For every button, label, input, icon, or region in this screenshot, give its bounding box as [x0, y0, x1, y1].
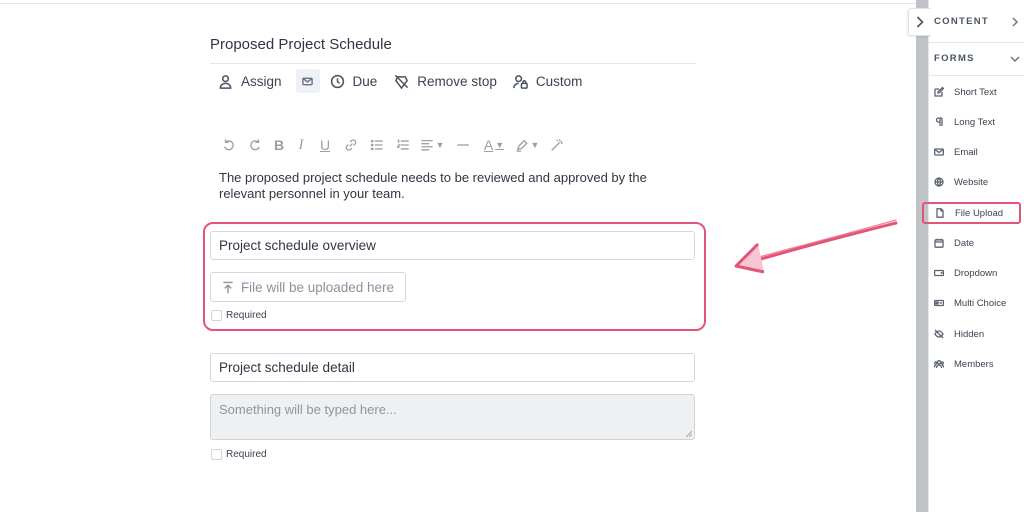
sidebar-item-long-text[interactable]: Long Text	[930, 111, 1022, 133]
sidebar-divider	[929, 42, 1024, 43]
user-icon	[219, 74, 232, 89]
edit-icon	[934, 87, 944, 97]
chevron-right-icon	[1012, 16, 1019, 27]
long-text-area[interactable]: Something will be typed here...	[210, 394, 695, 440]
forms-section-label: FORMS	[934, 53, 975, 64]
sidebar-item-short-text[interactable]: Short Text	[930, 81, 1022, 103]
eye-off-icon	[934, 329, 944, 339]
custom-label: Custom	[535, 73, 583, 89]
sidebar-item-website[interactable]: Website	[930, 171, 1022, 193]
mail-icon	[302, 77, 313, 85]
sidebar-item-multi-choice[interactable]: Multi Choice	[930, 292, 1022, 314]
action-bar: Assign Due Remove stop Custom	[210, 68, 582, 94]
sidebar-item-label: Members	[954, 358, 994, 370]
sidebar	[928, 0, 1024, 512]
sidebar-item-dropdown[interactable]: Dropdown	[930, 262, 1022, 284]
sidebar-item-label: Dropdown	[954, 267, 998, 279]
align-dropdown[interactable]: ▼	[416, 136, 448, 154]
users-icon	[934, 360, 944, 369]
horizontal-rule-button[interactable]	[448, 136, 478, 154]
sidebar-item-hidden[interactable]: Hidden	[930, 323, 1022, 345]
required-toggle-detail[interactable]: Required	[211, 449, 267, 460]
paragraph-icon	[935, 117, 943, 126]
align-left-icon	[420, 139, 433, 151]
bullet-list-icon	[370, 139, 383, 151]
sidebar-item-label: Website	[954, 176, 989, 188]
due-label: Due	[352, 73, 378, 89]
clock-icon	[330, 74, 344, 88]
remove-stop-icon	[395, 74, 409, 89]
numbered-list-icon	[396, 139, 409, 150]
sidebar-item-label: Multi Choice	[954, 297, 1007, 309]
chevron-right-icon	[916, 16, 924, 28]
sidebar-collapse-toggle[interactable]	[908, 8, 931, 36]
highlight-outline-upload-field	[203, 222, 706, 331]
font-color-icon: A	[483, 137, 494, 153]
clear-format-button[interactable]	[544, 136, 570, 154]
globe-icon	[934, 177, 944, 187]
sidebar-item-email[interactable]: Email	[930, 141, 1022, 163]
sidebar-scrollbar[interactable]	[916, 0, 928, 512]
email-button[interactable]	[295, 69, 320, 93]
sidebar-item-label: Short Text	[954, 86, 997, 98]
sidebar-item-date[interactable]: Date	[930, 232, 1022, 254]
due-button[interactable]: Due	[330, 69, 378, 93]
magic-wand-icon	[551, 139, 563, 151]
required-label: Required	[226, 449, 267, 460]
calendar-icon	[934, 238, 944, 248]
numbered-list-button[interactable]	[390, 136, 416, 154]
sidebar-divider	[929, 75, 1024, 76]
resize-handle-icon[interactable]	[686, 431, 692, 437]
sidebar-item-label: Hidden	[954, 328, 985, 340]
sidebar-forms-header[interactable]: FORMS	[934, 53, 1020, 64]
redo-icon	[250, 139, 260, 151]
redo-button[interactable]	[242, 136, 268, 154]
content-section-label: CONTENT	[934, 16, 990, 27]
top-divider	[0, 3, 916, 4]
horizontal-rule-icon	[457, 144, 469, 146]
required-checkbox[interactable]	[211, 449, 222, 460]
remove-stop-label: Remove stop	[417, 73, 497, 89]
textarea-placeholder: Something will be typed here...	[219, 402, 397, 417]
chevron-down-icon: ▼	[435, 140, 445, 150]
form-description[interactable]: The proposed project schedule needs to b…	[219, 170, 679, 201]
assign-button[interactable]: Assign	[218, 69, 282, 93]
assign-label: Assign	[241, 73, 282, 89]
form-title[interactable]: Proposed Project Schedule	[210, 36, 392, 53]
title-divider	[210, 63, 696, 64]
sidebar-item-label: File Upload	[955, 207, 1004, 219]
bullet-list-button[interactable]	[364, 136, 390, 154]
rich-text-toolbar: B I U ▼ A ▼ ▼	[216, 136, 570, 154]
sidebar-content-header[interactable]: CONTENT	[934, 16, 1020, 27]
sidebar-item-members[interactable]: Members	[930, 353, 1022, 375]
bold-button[interactable]: B	[268, 136, 290, 154]
multi-choice-icon	[934, 299, 944, 307]
font-color-dropdown[interactable]: A ▼	[478, 136, 510, 154]
sidebar-item-label: Date	[954, 237, 975, 249]
custom-button[interactable]: Custom	[513, 69, 583, 93]
italic-button[interactable]: I	[290, 136, 312, 154]
link-icon	[345, 139, 357, 151]
chevron-down-icon	[1010, 55, 1020, 62]
undo-icon	[224, 139, 234, 151]
highlighter-icon	[516, 139, 528, 152]
chevron-down-icon: ▼	[530, 140, 540, 150]
dropdown-icon	[934, 269, 944, 277]
mail-icon	[934, 148, 944, 156]
highlight-dropdown[interactable]: ▼	[510, 136, 544, 154]
link-button[interactable]	[338, 136, 364, 154]
remove-stop-button[interactable]: Remove stop	[394, 69, 497, 93]
sidebar-item-label: Long Text	[954, 116, 996, 128]
underline-button[interactable]: U	[312, 136, 338, 154]
annotation-arrow	[734, 219, 898, 274]
undo-button[interactable]	[216, 136, 242, 154]
file-icon	[936, 208, 944, 218]
sidebar-item-label: Email	[954, 146, 978, 158]
field-label-input-detail[interactable]: Project schedule detail	[210, 353, 695, 382]
chevron-down-icon: ▼	[495, 140, 505, 150]
user-lock-icon	[513, 74, 528, 89]
sidebar-item-file-upload[interactable]: File Upload	[922, 202, 1021, 224]
